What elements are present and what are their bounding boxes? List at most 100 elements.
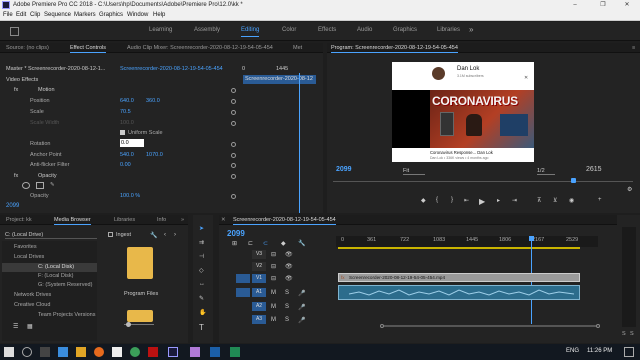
lift-icon[interactable]: ⊼ xyxy=(537,197,541,204)
home-icon[interactable] xyxy=(10,27,19,36)
razor-tool-icon[interactable]: ◇ xyxy=(199,267,204,274)
tree-favorites[interactable]: Favorites xyxy=(14,244,37,250)
sync-lock-icon[interactable]: ⊟ xyxy=(271,251,276,258)
motion-label[interactable]: Motion xyxy=(38,87,55,93)
add-marker-icon[interactable]: ◆ xyxy=(421,197,426,204)
menu-help[interactable]: Help xyxy=(153,10,165,21)
rotation-reset-icon[interactable] xyxy=(231,142,236,147)
nav-back-icon[interactable]: ‹ xyxy=(164,232,166,238)
tab-project[interactable]: Project: kk xyxy=(6,215,32,225)
timeline-audio-clip[interactable] xyxy=(338,285,580,300)
mute-button[interactable]: M xyxy=(271,290,276,296)
effect-controls-timecode[interactable]: 2099 xyxy=(6,203,19,209)
store-icon[interactable] xyxy=(112,347,122,357)
track-label-a1[interactable]: A1 xyxy=(252,288,266,297)
play-icon[interactable]: ▶ xyxy=(479,197,485,206)
menu-sequence[interactable]: Sequence xyxy=(44,10,71,21)
zoom-fit-dropdown[interactable]: Fit xyxy=(403,168,425,175)
program-monitor-title[interactable]: Program: Screenrecorder-2020-08-12-19-54… xyxy=(331,43,458,53)
tree-c-drive[interactable]: C: (Local Disk) xyxy=(38,264,74,270)
pen-mask-icon[interactable]: ✎ xyxy=(50,182,55,188)
app-icon[interactable] xyxy=(210,347,220,357)
track-label-v3[interactable]: V3 xyxy=(252,250,266,259)
anti-flicker-reset-icon[interactable] xyxy=(231,163,236,168)
motion-reset-icon[interactable] xyxy=(231,88,236,93)
anchor-y-value[interactable]: 1070.0 xyxy=(146,152,163,158)
program-timecode[interactable]: 2099 xyxy=(336,166,352,173)
tab-audio-clip-mixer[interactable]: Audio Clip Mixer: Screenrecorder-2020-08… xyxy=(127,43,273,53)
selection-tool-icon[interactable]: ➤ xyxy=(199,225,204,232)
opacity-value-reset-icon[interactable] xyxy=(231,194,236,199)
source-patch-v1[interactable] xyxy=(236,274,250,283)
workspace-assembly[interactable]: Assembly xyxy=(194,27,220,33)
type-tool-icon[interactable]: T xyxy=(199,323,204,332)
nav-forward-icon[interactable]: › xyxy=(174,232,176,238)
voice-over-icon[interactable]: 🎤 xyxy=(298,317,305,324)
minimize-button[interactable]: – xyxy=(562,0,588,10)
menu-clip[interactable]: Clip xyxy=(30,10,40,21)
export-frame-icon[interactable]: ◉ xyxy=(569,197,574,204)
file-explorer-icon[interactable] xyxy=(76,347,86,357)
ingest-checkbox[interactable] xyxy=(108,232,113,237)
tab-info[interactable]: Info xyxy=(157,215,166,225)
track-label-v2[interactable]: V2 xyxy=(252,262,266,271)
timeline-timecode[interactable]: 2099 xyxy=(227,229,245,238)
language-indicator[interactable]: ENG xyxy=(566,348,579,354)
voice-over-icon[interactable]: 🎤 xyxy=(298,304,305,311)
track-label-v1[interactable]: V1 xyxy=(252,274,266,283)
firefox-icon[interactable] xyxy=(94,347,104,357)
track-select-tool-icon[interactable]: ⇉ xyxy=(199,239,204,246)
tree-local-drives[interactable]: Local Drives xyxy=(14,254,44,260)
tab-libraries[interactable]: Libraries xyxy=(114,215,135,225)
meter-solo-right[interactable]: S xyxy=(630,331,634,337)
opacity-reset-icon[interactable] xyxy=(231,174,236,179)
tab-source[interactable]: Source: (no clips) xyxy=(6,43,49,53)
project-overflow-icon[interactable]: » xyxy=(181,215,184,225)
program-menu-icon[interactable]: ≡ xyxy=(632,43,635,53)
mini-timeline-clip[interactable]: Screenrecorder-2020-08-12 xyxy=(243,75,316,84)
premiere-taskbar-icon[interactable] xyxy=(168,347,178,357)
timeline-settings-icon[interactable]: 🔧 xyxy=(298,240,305,247)
program-scrubber[interactable] xyxy=(333,181,633,182)
ripple-edit-tool-icon[interactable]: ⊣ xyxy=(199,253,204,260)
notifications-icon[interactable] xyxy=(624,347,634,357)
toggle-output-icon[interactable]: 👁 xyxy=(285,275,293,282)
tree-team-projects[interactable]: Team Projects Versions xyxy=(38,312,95,318)
task-view-icon[interactable] xyxy=(40,347,50,357)
meter-solo-left[interactable]: S xyxy=(622,331,626,337)
scale-width-reset-icon[interactable] xyxy=(231,121,236,126)
timeline-zoom-bar[interactable] xyxy=(384,325,596,327)
icon-view-icon[interactable]: ▦ xyxy=(27,323,33,330)
menu-window[interactable]: Window xyxy=(127,10,148,21)
close-video-icon[interactable]: ✕ xyxy=(524,75,528,81)
anchor-reset-icon[interactable] xyxy=(231,153,236,158)
tree-creative-cloud[interactable]: Creative Cloud xyxy=(14,302,50,308)
tab-metadata[interactable]: Met xyxy=(293,43,302,53)
timeline-sequence-tab[interactable]: Screenrecorder-2020-08-12-19-54-05-454 xyxy=(233,215,336,225)
folder-icon[interactable] xyxy=(127,247,153,279)
hand-tool-icon[interactable]: ✋ xyxy=(199,309,206,316)
sync-lock-icon[interactable]: ⊟ xyxy=(271,275,276,282)
tab-effect-controls[interactable]: Effect Controls xyxy=(70,43,106,53)
track-label-a3[interactable]: A3 xyxy=(252,315,266,324)
maximize-button[interactable]: ❐ xyxy=(590,0,616,10)
toggle-output-icon[interactable]: 👁 xyxy=(285,263,293,270)
timeline-ruler[interactable]: 0 361 722 1083 1445 1806 2167 2529 xyxy=(336,236,598,247)
workspace-graphics[interactable]: Graphics xyxy=(393,27,417,33)
position-y-value[interactable]: 360.0 xyxy=(146,98,160,104)
list-view-icon[interactable]: ☰ xyxy=(13,323,18,330)
timeline-zoom-handle-right[interactable] xyxy=(596,324,600,328)
thumbnail-size-handle[interactable] xyxy=(126,322,131,327)
workspace-learning[interactable]: Learning xyxy=(149,27,172,33)
windows-start-icon[interactable] xyxy=(4,347,14,357)
tab-media-browser[interactable]: Media Browser xyxy=(54,215,91,225)
system-clock[interactable]: 11:26 PM xyxy=(587,348,612,354)
mini-playhead[interactable] xyxy=(299,73,300,213)
nest-icon[interactable]: ⊞ xyxy=(232,240,237,247)
menu-edit[interactable]: Edit xyxy=(16,10,26,21)
go-to-out-icon[interactable]: ⇥ xyxy=(512,197,517,204)
menu-markers[interactable]: Markers xyxy=(74,10,96,21)
mark-in-icon[interactable]: { xyxy=(436,197,438,203)
drive-select[interactable]: C: (Local Drive) xyxy=(5,232,97,239)
anchor-x-value[interactable]: 540.0 xyxy=(120,152,134,158)
